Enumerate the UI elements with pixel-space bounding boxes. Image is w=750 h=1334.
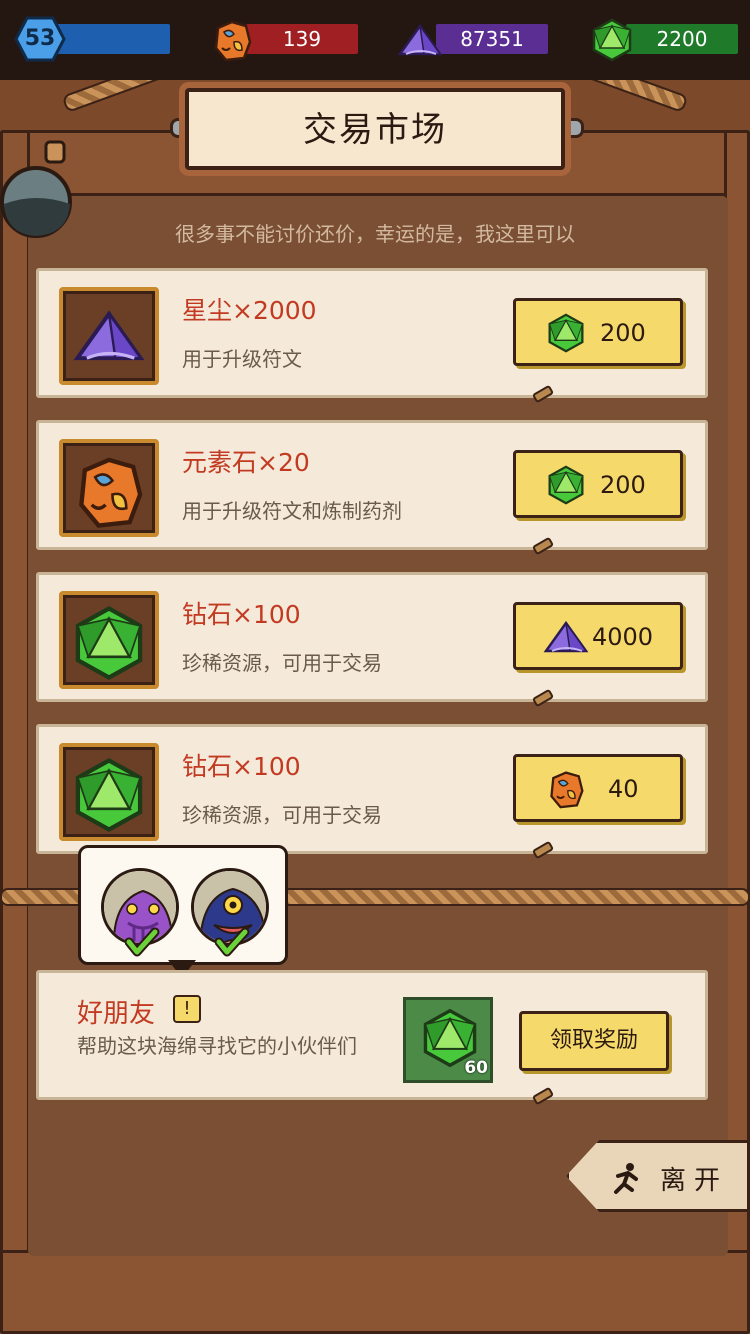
element-stone-value: 139: [246, 24, 358, 54]
resource-bar: 53 139 87351 2200: [0, 0, 750, 80]
offer-desc: 珍稀资源，可用于交易: [182, 651, 382, 675]
stardust-value: 87351: [436, 24, 548, 54]
stardust-icon: [75, 311, 143, 361]
diamond-counter: 2200: [590, 18, 740, 62]
quest-title: 好朋友: [77, 999, 156, 1029]
reward-count: 60: [464, 1058, 488, 1078]
offer-desc: 珍稀资源，可用于交易: [182, 803, 382, 827]
price-value: 40: [608, 775, 639, 803]
price-value: 4000: [592, 623, 654, 651]
element-stone-icon: [214, 20, 252, 62]
offer-card: 钻石×100 珍稀资源，可用于交易 4000: [36, 572, 708, 708]
page-title: 交易市场: [303, 110, 447, 150]
title-board: 交易市场: [185, 88, 565, 170]
offer-item-frame: [59, 439, 159, 537]
running-man-icon: [614, 1163, 638, 1194]
offer-item-frame: [59, 591, 159, 689]
element-stone-counter: 139: [210, 20, 360, 62]
market-subtitle: 很多事不能讨价还价，幸运的是，我这里可以: [175, 222, 575, 246]
offer-name: 钻石×100: [182, 752, 301, 781]
price-value: 200: [600, 471, 646, 499]
stardust-icon: [398, 24, 442, 56]
offer-item-frame: [59, 743, 159, 841]
offer-card: 元素石×20 用于升级符文和炼制药剂 200: [36, 420, 708, 556]
level-bar: [50, 24, 170, 54]
diamond-icon: [592, 18, 632, 62]
diamond-icon: [548, 465, 584, 505]
offer-name: 元素石×20: [182, 448, 310, 477]
stardust-icon: [544, 621, 588, 653]
offer-name: 星尘×2000: [182, 296, 317, 325]
check-icon: [215, 926, 251, 958]
diamond-icon: [71, 605, 147, 681]
offer-item-frame: [59, 287, 159, 385]
frame-plank-left: [0, 130, 30, 1334]
alert-icon[interactable]: !: [173, 995, 201, 1023]
buy-button[interactable]: 200: [513, 450, 683, 518]
frame-plank-bottom: [0, 1250, 750, 1334]
quest-reward: 60: [403, 997, 493, 1083]
offer-card: 星尘×2000 用于升级符文 200: [36, 268, 708, 404]
friends-bubble: [78, 845, 288, 965]
stardust-counter: 87351: [396, 24, 552, 56]
check-icon: [125, 926, 161, 958]
claim-reward-button[interactable]: 领取奖励: [519, 1011, 669, 1071]
level-display: 53: [14, 16, 170, 62]
buy-button[interactable]: 200: [513, 298, 683, 366]
diamond-icon: [71, 757, 147, 833]
quest-card: 好朋友 ! 帮助这块海绵寻找它的小伙伴们 60 领取奖励: [36, 970, 708, 1106]
element-stone-icon: [71, 453, 147, 529]
buy-button[interactable]: 40: [513, 754, 683, 822]
offer-card: 钻石×100 珍稀资源，可用于交易 40: [36, 724, 708, 860]
diamond-icon: [548, 313, 584, 353]
level-value: 53: [24, 26, 56, 51]
diamond-value: 2200: [626, 24, 738, 54]
buy-button[interactable]: 4000: [513, 602, 683, 670]
leave-label[interactable]: 离开: [660, 1160, 728, 1197]
quest-desc: 帮助这块海绵寻找它的小伙伴们: [77, 1034, 357, 1058]
offer-desc: 用于升级符文: [182, 347, 302, 371]
price-value: 200: [600, 319, 646, 347]
offer-desc: 用于升级符文和炼制药剂: [182, 499, 402, 523]
offer-name: 钻石×100: [182, 600, 301, 629]
element-stone-icon: [550, 771, 584, 809]
